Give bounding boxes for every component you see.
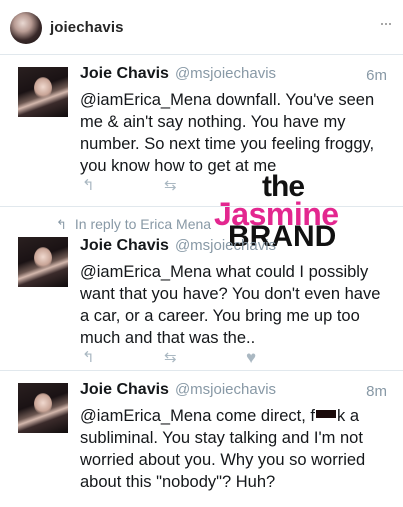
tweet-author-handle[interactable]: @msjoiechavis (175, 381, 276, 398)
reply-context[interactable]: ↰ In reply to Erica Mena (56, 216, 211, 233)
tweet-text: @iamErica_Mena what could I possibly wan… (80, 263, 381, 347)
tweet-author-line: Joie Chavis @msjoiechavis (80, 381, 276, 399)
tweet-avatar[interactable] (18, 383, 68, 433)
tweet-author-line: Joie Chavis @msjoiechavis (80, 237, 276, 255)
reply-icon[interactable]: ↰ (82, 349, 95, 367)
tweet-author-handle[interactable]: @msjoiechavis (175, 237, 276, 254)
tweet-text-part: @iamErica_Mena come direct, f (80, 407, 315, 425)
reply-icon[interactable]: ↰ (82, 177, 95, 195)
tweet-author-name[interactable]: Joie Chavis (80, 381, 169, 398)
tweet-author-line: Joie Chavis @msjoiechavis (80, 65, 276, 83)
reply-context-icon: ↰ (56, 217, 67, 232)
tweet-card[interactable]: Joie Chavis @msjoiechavis 8m @iamErica_Me… (0, 371, 403, 507)
tweet-card[interactable]: ↰ In reply to Erica Mena Joie Chavis @msjo… (0, 207, 403, 369)
heart-icon[interactable]: ♥ (246, 349, 256, 367)
profile-username[interactable]: joiechavis (50, 19, 124, 36)
reply-context-text: In reply to Erica Mena (74, 216, 212, 232)
tweet-author-name[interactable]: Joie Chavis (80, 237, 169, 254)
tweet-text: @iamErica_Mena come direct, fk a sublimi… (80, 405, 390, 493)
post-header: joiechavis ··· (0, 0, 403, 54)
tweet-actions: ↰ ⇆ ♥ (80, 349, 380, 367)
more-options-icon[interactable]: ··· (379, 14, 393, 32)
profile-avatar[interactable] (10, 12, 42, 44)
retweet-icon[interactable]: ⇆ (164, 177, 177, 195)
tweet-timestamp: 6m (366, 67, 387, 84)
censor-bar (316, 409, 336, 418)
tweet-text: @iamErica_Mena downfall. You've seen me … (80, 91, 375, 175)
tweet-timestamp: 8m (366, 383, 387, 400)
tweet-avatar[interactable] (18, 237, 68, 287)
tweet-author-handle[interactable]: @msjoiechavis (175, 65, 276, 82)
retweet-icon[interactable]: ⇆ (164, 349, 177, 367)
tweet-author-name[interactable]: Joie Chavis (80, 65, 169, 82)
tweet-avatar[interactable] (18, 67, 68, 117)
